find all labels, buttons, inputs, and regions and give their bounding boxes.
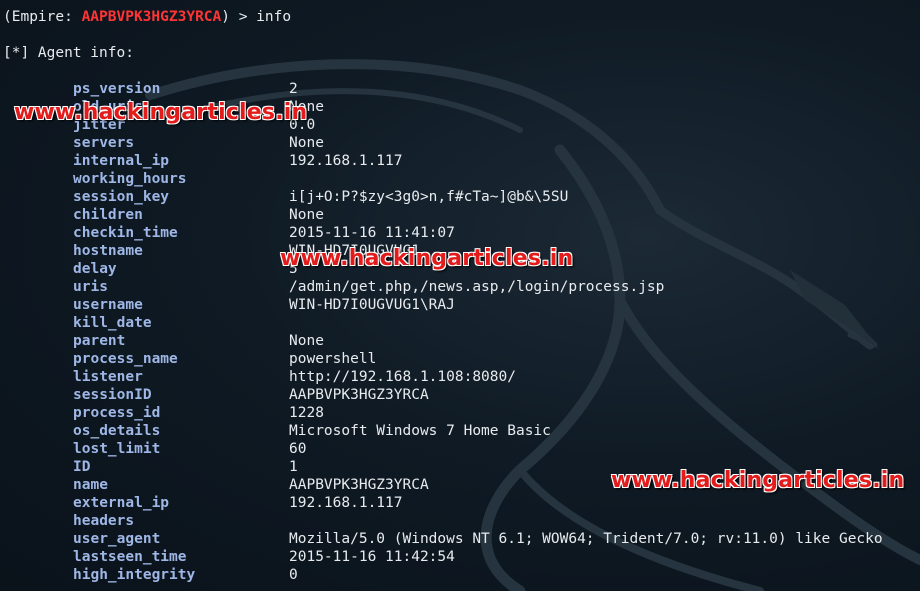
- info-key: listener: [73, 369, 143, 385]
- info-row: process_id 1228: [0, 404, 920, 422]
- info-key: parent: [73, 333, 126, 349]
- info-key: servers: [73, 135, 135, 151]
- prompt-line: (Empire: AAPBVPK3HGZ3YRCA) > info: [3, 8, 291, 26]
- info-key: lost_limit: [73, 441, 161, 457]
- info-value: 60: [289, 441, 307, 457]
- info-key: session_key: [73, 189, 170, 205]
- info-row: session_key i[j+O:P?$zy<3g0>n,f#cTa~]@b&\…: [0, 188, 920, 206]
- info-row: user_agent Mozilla/5.0 (Windows NT 6.1; W…: [0, 530, 920, 548]
- info-key: delay: [73, 261, 117, 277]
- info-key: children: [73, 207, 143, 223]
- info-key: os_details: [73, 423, 161, 439]
- info-value: i[j+O:P?$zy<3g0>n,f#cTa~]@b&\5SU: [289, 189, 569, 205]
- info-row: listener http://192.168.1.108:8080/: [0, 368, 920, 386]
- prompt-agent-name: AAPBVPK3HGZ3YRCA: [81, 9, 222, 25]
- info-value: None: [289, 207, 324, 223]
- info-key: external_ip: [73, 495, 170, 511]
- info-row: servers None: [0, 134, 920, 152]
- info-row: checkin_time 2015-11-16 11:41:07: [0, 224, 920, 242]
- watermark-text: www.hackingarticles.in: [14, 100, 308, 125]
- info-value: AAPBVPK3HGZ3YRCA: [289, 387, 429, 403]
- info-row: kill_date: [0, 314, 920, 332]
- info-key: name: [73, 477, 108, 493]
- info-row: high_integrity 0: [0, 566, 920, 584]
- info-key: lastseen_time: [73, 549, 187, 565]
- info-row: lost_limit 60: [0, 440, 920, 458]
- prompt-command: ) > info: [221, 9, 292, 25]
- info-row: parent None: [0, 332, 920, 350]
- prompt-prefix: (Empire:: [3, 9, 82, 25]
- info-key: hostname: [73, 243, 143, 259]
- info-row: working_hours: [0, 170, 920, 188]
- info-value: 2015-11-16 11:42:54: [289, 549, 455, 565]
- info-key: sessionID: [73, 387, 152, 403]
- info-row: username WIN-HD7I0UGVUG1\RAJ: [0, 296, 920, 314]
- info-value: AAPBVPK3HGZ3YRCA: [289, 477, 429, 493]
- info-key: ID: [73, 459, 91, 475]
- terminal-window[interactable]: (Empire: AAPBVPK3HGZ3YRCA) > info [*] Ag…: [0, 0, 920, 591]
- info-value: None: [289, 135, 324, 151]
- info-key: process_name: [73, 351, 178, 367]
- info-row: uris/admin/get.php,/news.asp,/login/proc…: [0, 278, 920, 296]
- info-row: os_details Microsoft Windows 7 Home Basic: [0, 422, 920, 440]
- info-row: process_name powershell: [0, 350, 920, 368]
- info-row: headers: [0, 512, 920, 530]
- info-row: external_ip 192.168.1.117: [0, 494, 920, 512]
- info-key: username: [73, 297, 143, 313]
- info-value: /admin/get.php,/news.asp,/login/process.…: [289, 279, 665, 295]
- info-key: user_agent: [73, 531, 161, 547]
- info-value: http://192.168.1.108:8080/: [289, 369, 516, 385]
- info-key: headers: [73, 513, 135, 529]
- info-row: children None: [0, 206, 920, 224]
- info-key: uris: [73, 279, 108, 295]
- info-value: WIN-HD7I0UGVUG1\RAJ: [289, 297, 455, 313]
- info-value: 1: [289, 459, 298, 475]
- info-value: 2: [289, 81, 298, 97]
- agent-info-header: [*] Agent info:: [3, 45, 134, 61]
- info-value: 2015-11-16 11:41:07: [289, 225, 455, 241]
- info-key: checkin_time: [73, 225, 178, 241]
- info-key: internal_ip: [73, 153, 170, 169]
- info-value: 192.168.1.117: [289, 153, 403, 169]
- info-row: lastseen_time 2015-11-16 11:42:54: [0, 548, 920, 566]
- info-value: Mozilla/5.0 (Windows NT 6.1; WOW64; Trid…: [289, 531, 883, 547]
- info-key: process_id: [73, 405, 161, 421]
- info-key: working_hours: [73, 171, 187, 187]
- info-key: ps_version: [73, 81, 161, 97]
- info-row: internal_ip 192.168.1.117: [0, 152, 920, 170]
- info-key: high_integrity: [73, 567, 196, 583]
- info-row: ps_version 2: [0, 80, 920, 98]
- info-value: None: [289, 333, 324, 349]
- info-value: 1228: [289, 405, 324, 421]
- info-value: 0: [289, 567, 298, 583]
- info-row: sessionID AAPBVPK3HGZ3YRCA: [0, 386, 920, 404]
- info-value: Microsoft Windows 7 Home Basic: [289, 423, 551, 439]
- info-key: kill_date: [73, 315, 152, 331]
- info-value: 192.168.1.117: [289, 495, 403, 511]
- info-value: powershell: [289, 351, 377, 367]
- watermark-text: www.hackingarticles.in: [611, 468, 905, 493]
- watermark-text: www.hackingarticles.in: [280, 246, 574, 271]
